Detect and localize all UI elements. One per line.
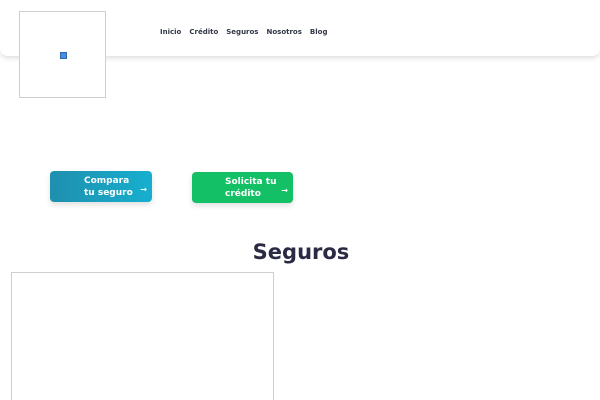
nav-item-seguros[interactable]: Seguros	[226, 28, 258, 36]
logo[interactable]	[19, 11, 106, 98]
nav-item-credito[interactable]: Crédito	[189, 28, 218, 36]
nav-item-nosotros[interactable]: Nosotros	[266, 28, 301, 36]
section-title: Seguros	[252, 240, 350, 264]
request-credit-button[interactable]: Solicita tu crédito →	[192, 172, 293, 203]
broken-image-icon	[60, 52, 67, 59]
page: Inicio Crédito Seguros Nosotros Blog Com…	[0, 0, 600, 400]
request-credit-label: Solicita tu crédito	[225, 177, 277, 199]
main-nav: Inicio Crédito Seguros Nosotros Blog	[160, 28, 327, 36]
compare-insurance-label: Compara tu seguro	[84, 176, 133, 198]
compare-insurance-button[interactable]: Compara tu seguro →	[50, 171, 152, 202]
arrow-right-icon: →	[140, 185, 147, 194]
nav-item-blog[interactable]: Blog	[310, 28, 328, 36]
nav-item-inicio[interactable]: Inicio	[160, 28, 181, 36]
arrow-right-icon: →	[281, 186, 288, 195]
insurance-card-placeholder	[11, 272, 274, 400]
